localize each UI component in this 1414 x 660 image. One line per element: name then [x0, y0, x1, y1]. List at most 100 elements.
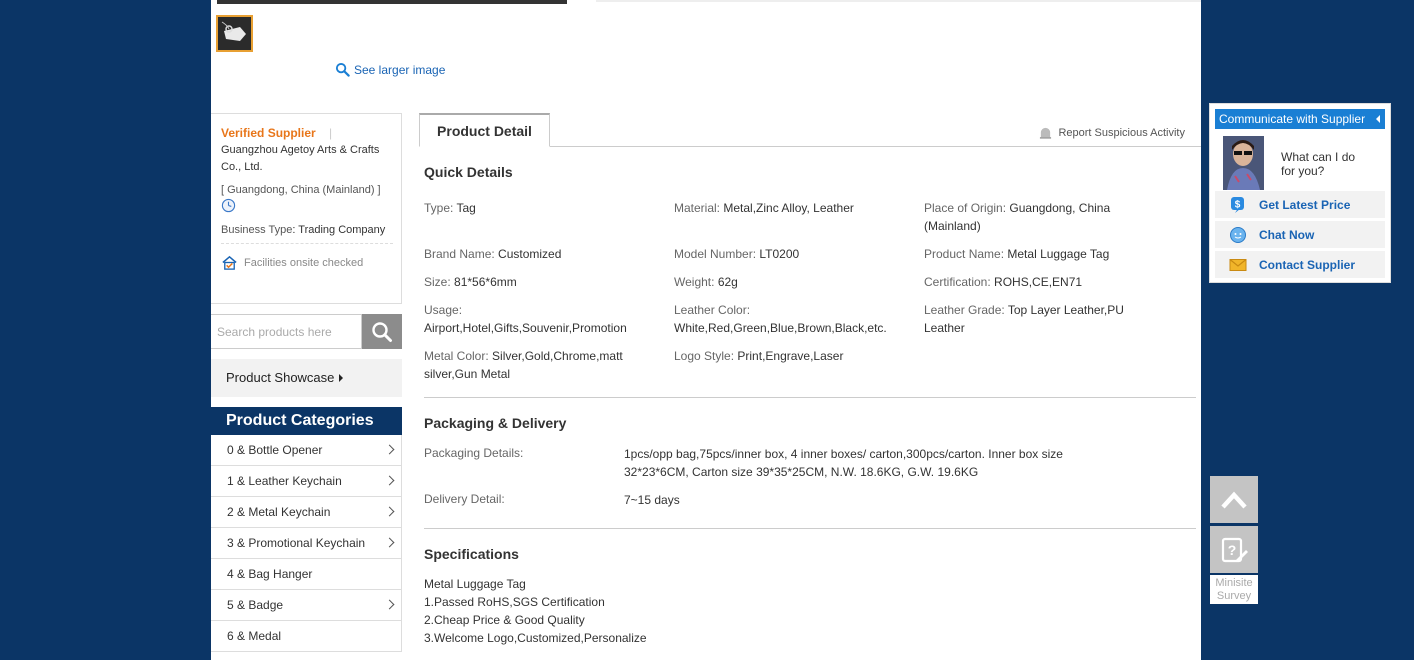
detail-value: Airport,Hotel,Gifts,Souvenir,Promotion [424, 321, 627, 335]
supplier-card: Verified Supplier | Guangzhou Agetoy Art… [211, 113, 402, 304]
category-label: 4 & Bag Hanger [227, 567, 313, 581]
detail-value: Metal Luggage Tag [1007, 247, 1110, 261]
communicate-header[interactable]: Communicate with Supplier [1215, 109, 1385, 129]
specifications-text: Metal Luggage Tag 1.Passed RoHS,SGS Cert… [424, 575, 647, 647]
detail-key: Metal Color: [424, 349, 489, 363]
detail-value: Print,Engrave,Laser [737, 349, 844, 363]
envelope-icon [1229, 258, 1247, 271]
category-label: 2 & Metal Keychain [227, 505, 331, 519]
chat-now-button[interactable]: Chat Now [1215, 221, 1385, 248]
chat-now-label: Chat Now [1259, 227, 1315, 242]
category-item[interactable]: 4 & Bag Hanger [211, 559, 402, 590]
minisite-survey-label: Minisite Survey [1210, 575, 1258, 604]
communicate-title: Communicate with Supplier [1219, 112, 1366, 126]
tab-product-detail[interactable]: Product Detail [419, 113, 550, 147]
verified-supplier-badge[interactable]: Verified Supplier [221, 126, 316, 140]
detail-value: White,Red,Green,Blue,Brown,Black,etc. [674, 321, 887, 335]
collapse-arrow-icon [1376, 115, 1380, 123]
detail-key: Place of Origin: [924, 201, 1007, 215]
luggage-tag-thumbnail-icon [218, 17, 251, 50]
company-name-link[interactable]: Guangzhou Agetoy Arts & Crafts Co., Ltd. [221, 142, 393, 176]
category-label: 5 & Badge [227, 598, 284, 612]
chevron-right-icon [384, 537, 395, 548]
delivery-detail-key: Delivery Detail: [424, 492, 505, 506]
detail-value: Metal,Zinc Alloy, Leather [723, 201, 854, 215]
avatar [1223, 136, 1264, 190]
quick-detail-usage: Usage: Airport,Hotel,Gifts,Souvenir,Promo… [424, 301, 654, 337]
detail-key: Usage: [424, 303, 463, 317]
onsite-label: Facilities onsite checked [244, 256, 364, 269]
chevron-right-icon [384, 475, 395, 486]
quick-details-title: Quick Details [424, 164, 513, 180]
spec-line: 3.Welcome Logo,Customized,Personalize [424, 631, 647, 645]
communicate-panel: Communicate with Supplier What can I do … [1209, 103, 1391, 283]
supplier-location: [ Guangdong, China (Mainland) ] [221, 184, 381, 196]
category-label: 6 & Medal [227, 629, 282, 643]
svg-text:$: $ [1235, 199, 1241, 210]
chevron-up-icon [1221, 491, 1247, 509]
alarm-bell-icon [1040, 127, 1052, 139]
contact-supplier-button[interactable]: Contact Supplier [1215, 251, 1385, 278]
detail-key: Weight: [674, 275, 715, 289]
category-label: 3 & Promotional Keychain [227, 536, 366, 550]
clock-icon[interactable] [221, 198, 236, 213]
assistant-question: What can I do for you? [1281, 150, 1356, 178]
separator: | [329, 126, 333, 140]
quick-detail-certification: Certification: ROHS,CE,EN71 [924, 273, 1144, 291]
divider [424, 528, 1196, 529]
quick-detail-leather-color: Leather Color: White,Red,Green,Blue,Brown… [674, 301, 914, 337]
main-product-image[interactable] [217, 0, 567, 4]
quick-detail-leather-grade: Leather Grade: Top Layer Leather,PU Leat… [924, 301, 1139, 337]
business-type: Business Type: Trading Company [221, 224, 393, 244]
category-item[interactable]: 0 & Bottle Opener [211, 435, 402, 466]
spec-line: 1.Passed RoHS,SGS Certification [424, 595, 605, 609]
category-item[interactable]: 2 & Metal Keychain [211, 497, 402, 528]
delivery-detail-value: 7~15 days [624, 493, 680, 507]
chevron-right-icon [384, 599, 395, 610]
detail-value: 62g [717, 275, 738, 289]
quick-detail-origin: Place of Origin: Guangdong, China (Mainl… [924, 199, 1134, 235]
detail-value: ROHS,CE,EN71 [994, 275, 1083, 289]
get-latest-price-button[interactable]: $ Get Latest Price [1215, 191, 1385, 218]
quick-detail-brand: Brand Name: Customized [424, 245, 644, 263]
quick-detail-model: Model Number: LT0200 [674, 245, 894, 263]
packaging-delivery-title: Packaging & Delivery [424, 415, 567, 431]
agent-photo-icon [1223, 136, 1264, 190]
detail-key: Certification: [924, 275, 991, 289]
detail-key: Logo Style: [674, 349, 735, 363]
spec-line: 2.Cheap Price & Good Quality [424, 613, 585, 627]
see-larger-image-link[interactable]: See larger image [335, 62, 445, 77]
onsite-check[interactable]: Facilities onsite checked [221, 254, 393, 271]
report-label: Report Suspicious Activity [1058, 126, 1185, 139]
house-check-icon [222, 255, 237, 270]
detail-key: Leather Color: [674, 303, 751, 317]
report-suspicious-link[interactable]: Report Suspicious Activity [1039, 126, 1185, 139]
product-search [211, 314, 402, 349]
detail-value: Tag [456, 201, 476, 215]
survey-edit-icon: ? [1221, 537, 1248, 562]
chevron-right-icon [384, 506, 395, 517]
divider [424, 397, 1196, 398]
product-thumbnail[interactable] [216, 15, 253, 52]
magnifier-icon [335, 62, 350, 77]
minisite-survey-button[interactable]: ? [1210, 526, 1258, 573]
detail-key: Model Number: [674, 247, 757, 261]
category-item[interactable]: 1 & Leather Keychain [211, 466, 402, 497]
back-to-top-button[interactable] [1210, 476, 1258, 523]
detail-key: Size: [424, 275, 451, 289]
product-showcase-link[interactable]: Product Showcase [211, 359, 402, 397]
search-button[interactable] [362, 314, 402, 349]
quick-detail-size: Size: 81*56*6mm [424, 273, 644, 291]
showcase-label: Product Showcase [226, 370, 335, 385]
quick-detail-weight: Weight: 62g [674, 273, 894, 291]
detail-key: Material: [674, 201, 721, 215]
packaging-details-key: Packaging Details: [424, 446, 524, 460]
category-item[interactable]: 6 & Medal [211, 621, 402, 652]
search-input[interactable] [211, 314, 362, 349]
quick-detail-logo-style: Logo Style: Print,Engrave,Laser [674, 347, 894, 365]
specifications-title: Specifications [424, 546, 519, 562]
category-item[interactable]: 5 & Badge [211, 590, 402, 621]
quick-detail-material: Material: Metal,Zinc Alloy, Leather [674, 199, 894, 217]
packaging-details-value: 1pcs/opp bag,75pcs/inner box, 4 inner bo… [624, 447, 1063, 479]
category-item[interactable]: 3 & Promotional Keychain [211, 528, 402, 559]
